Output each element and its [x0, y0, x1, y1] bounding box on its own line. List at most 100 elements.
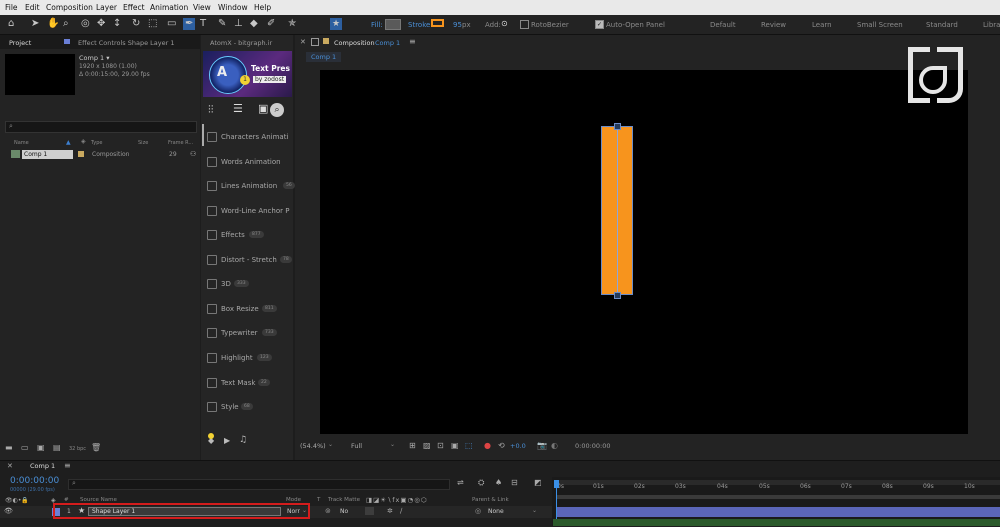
path-vertex-bottom[interactable]	[614, 292, 621, 299]
pen-tool-icon[interactable]: ✒	[183, 18, 196, 30]
workspace-learn[interactable]: Learn	[812, 21, 832, 29]
timeline-timecode[interactable]: 0:00:00:00	[10, 476, 59, 486]
parent-dropdown[interactable]: None	[488, 508, 504, 515]
new-comp-icon[interactable]: ▣	[37, 443, 45, 452]
workspace-library[interactable]: Librar	[983, 21, 1000, 29]
puppet-tool-icon[interactable]: ✯	[288, 18, 296, 30]
fast-previews-icon[interactable]: ⊞	[409, 441, 416, 450]
atomx-item-effects[interactable]: Effects 877	[207, 229, 293, 243]
sliders-icon[interactable]: ⫶⫶	[208, 103, 214, 117]
tab-timeline-comp[interactable]: Comp 1	[30, 462, 55, 470]
menu-animation[interactable]: Animation	[150, 3, 188, 12]
atomx-item-characters-animation[interactable]: Characters Animati	[207, 131, 293, 145]
fill-swatch[interactable]	[385, 19, 401, 30]
mask-visibility-icon[interactable]: ⬚	[465, 441, 473, 450]
transparency-grid-icon[interactable]: ▨	[423, 441, 431, 450]
star-icon[interactable]: ★	[330, 18, 343, 30]
draft-3d-icon[interactable]: ⛭	[478, 478, 484, 488]
frame-blending-icon[interactable]: ⊟	[511, 478, 518, 487]
graph-editor-icon[interactable]: ◩	[534, 478, 542, 487]
atomx-item-typewriter[interactable]: Typewriter 733	[207, 327, 293, 341]
shy-switch[interactable]	[365, 507, 374, 515]
tab-composition-name[interactable]: Comp 1	[375, 39, 400, 47]
stroke-width-value[interactable]: 95	[453, 21, 462, 29]
dolly-tool-icon[interactable]: ↕	[113, 18, 121, 30]
composition-viewer[interactable]	[320, 70, 968, 434]
snapshot-camera-icon[interactable]: 📷	[537, 441, 547, 450]
tab-effect-controls[interactable]: Effect Controls Shape Layer 1	[78, 39, 174, 47]
rotate-tool-icon[interactable]: ↻	[132, 18, 140, 30]
pan-tool-icon[interactable]: ✥	[97, 18, 105, 30]
visibility-eye-icon[interactable]: 👁	[4, 507, 13, 515]
channel-icon[interactable]: ●	[484, 441, 491, 450]
atomx-item-word-line-anchor[interactable]: Word-Line Anchor P	[207, 205, 293, 219]
tab-composition-prefix[interactable]: Composition	[334, 39, 375, 47]
layer-duration-bar[interactable]	[557, 507, 1000, 517]
atomx-search-icon[interactable]: ⌕	[270, 103, 284, 117]
atomx-banner[interactable]: A Text Pres by zodost 1	[203, 51, 292, 97]
menu-composition[interactable]: Composition	[46, 3, 93, 12]
comp-name-info[interactable]: Comp 1 ▾	[79, 54, 110, 62]
menu-edit[interactable]: Edit	[25, 3, 40, 12]
comp-flow-tab[interactable]: Comp 1	[306, 52, 342, 62]
add-button-icon[interactable]: ⊙	[501, 19, 508, 28]
col-t[interactable]: T	[317, 497, 320, 503]
tab-project[interactable]: Project	[9, 39, 31, 47]
stroke-label[interactable]: Stroke:	[408, 21, 433, 29]
project-settings-icon[interactable]: ▤	[53, 443, 61, 452]
menu-file[interactable]: File	[5, 3, 18, 12]
project-item-name[interactable]: Comp 1	[22, 150, 73, 159]
bpc-indicator[interactable]: 32 bpc	[69, 446, 86, 452]
comp-timecode[interactable]: 0:00:00:00	[575, 442, 611, 450]
atomx-item-lines-animation[interactable]: Lines Animation 56	[207, 180, 295, 194]
flowchart-icon[interactable]: ⚇	[190, 150, 196, 158]
trash-icon[interactable]: 🗑	[91, 443, 101, 452]
exposure-value[interactable]: +0.0	[510, 442, 526, 450]
menu-effect[interactable]: Effect	[123, 3, 145, 12]
atomx-item-text-mask[interactable]: Text Mask 22	[207, 377, 293, 391]
close-tab-icon[interactable]: ✕	[300, 38, 306, 46]
exposure-reset-icon[interactable]: ⟲	[498, 441, 505, 450]
atomx-item-style[interactable]: Style 68	[207, 401, 293, 415]
zoom-tool-icon[interactable]: ⌕	[63, 18, 69, 30]
tab-atomx[interactable]: AtomX - bitgraph.ir	[210, 39, 272, 47]
workspace-review[interactable]: Review	[761, 21, 786, 29]
orbit-tool-icon[interactable]: ◎	[81, 18, 90, 30]
quality-switch-icon[interactable]: ∕	[400, 507, 402, 515]
col-frame-rate[interactable]: Frame R...	[168, 140, 193, 146]
autoopen-checkbox[interactable]: ✓	[595, 20, 604, 29]
new-folder-icon[interactable]: ▭	[21, 443, 29, 452]
pan-behind-tool-icon[interactable]: ⬚	[148, 18, 157, 30]
type-tool-icon[interactable]: T	[200, 18, 206, 30]
project-search-input[interactable]: ⌕	[5, 121, 197, 133]
col-track-matte[interactable]: Track Matte	[328, 497, 360, 503]
atomx-item-box-resize[interactable]: Box Resize 811	[207, 303, 293, 317]
media-icon[interactable]: ▣	[258, 102, 268, 115]
atomx-item-distort-stretch[interactable]: Distort - Stretch 78	[207, 254, 293, 268]
atomx-item-words-animation[interactable]: Words Animation	[207, 156, 293, 170]
eraser-tool-icon[interactable]: ◆	[250, 18, 258, 30]
region-of-interest-icon[interactable]: ⊡	[437, 441, 444, 450]
clone-stamp-tool-icon[interactable]: ⊥	[234, 18, 243, 30]
workspace-default[interactable]: Default	[710, 21, 736, 29]
resolution-dropdown[interactable]: Full	[351, 442, 362, 450]
playhead-handle[interactable]	[554, 480, 559, 488]
roto-brush-tool-icon[interactable]: ✐	[267, 18, 275, 30]
parent-pickwhip-icon[interactable]: ◎	[475, 507, 481, 515]
rotobezier-checkbox[interactable]	[520, 20, 529, 29]
zoom-dropdown[interactable]: (54.4%)	[300, 442, 326, 450]
timeline-menu-icon[interactable]: ≡	[64, 461, 71, 470]
atomx-item-highlight[interactable]: Highlight 123	[207, 352, 293, 366]
shy-layers-icon[interactable]: ♠	[495, 478, 502, 487]
workspace-small-screen[interactable]: Small Screen	[857, 21, 903, 29]
timeline-navigator-bar[interactable]	[557, 495, 1000, 499]
lock-panel-icon[interactable]	[311, 38, 319, 46]
list-icon[interactable]: ☰	[233, 102, 243, 115]
project-item-row[interactable]: Comp 1 Composition 29 ⚇	[8, 150, 198, 160]
menu-layer[interactable]: Layer	[96, 3, 117, 12]
stroke-swatch[interactable]	[431, 19, 444, 27]
col-type[interactable]: Type	[91, 140, 102, 146]
rectangle-tool-icon[interactable]: ▭	[167, 18, 176, 30]
selection-tool-icon[interactable]: ➤	[31, 18, 39, 30]
item-label-color[interactable]	[78, 151, 84, 157]
